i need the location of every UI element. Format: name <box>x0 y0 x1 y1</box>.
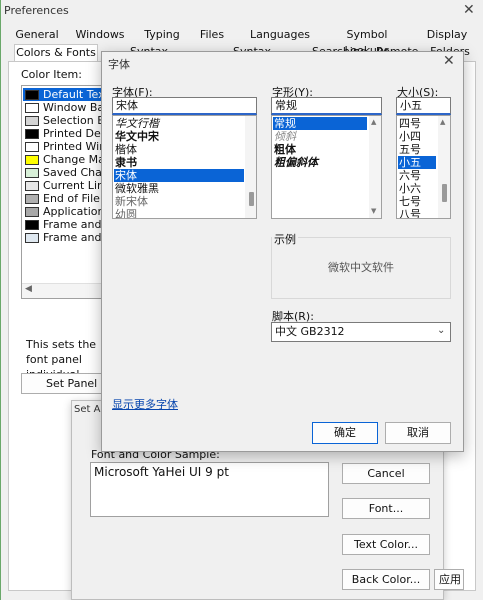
tab-files[interactable]: Files <box>198 27 226 44</box>
color-item-list[interactable]: Default Text Window Background Selection… <box>21 85 106 299</box>
list-item-selected[interactable]: 小五 <box>398 156 436 169</box>
script-select[interactable]: 中文 GB2312 <box>271 322 451 342</box>
text-color-button[interactable]: Text Color... <box>342 534 430 555</box>
list-item[interactable]: Default Text <box>23 88 106 101</box>
scroll-up-arrow-icon[interactable]: ▲ <box>371 119 376 126</box>
list-item-label: End of File <box>43 192 100 205</box>
color-swatch <box>25 220 39 230</box>
close-icon[interactable]: ✕ <box>463 3 475 17</box>
list-item[interactable]: Change Marker <box>23 153 105 166</box>
ok-button[interactable]: 确定 <box>312 422 378 444</box>
list-item[interactable]: 倾斜 <box>273 130 367 143</box>
font-color-sample-box: Microsoft YaHei UI 9 pt <box>90 462 329 517</box>
list-item[interactable]: 四号 <box>398 117 436 130</box>
color-swatch <box>25 155 39 165</box>
list-item[interactable]: Selection Bar <box>23 114 105 127</box>
list-item-label: Current Line <box>43 179 106 192</box>
color-swatch <box>25 233 39 243</box>
scroll-thumb[interactable] <box>442 184 447 202</box>
list-item-label: Window Background <box>43 101 105 114</box>
style-input[interactable]: 常规 <box>271 97 382 115</box>
scroll-thumb[interactable] <box>249 192 254 206</box>
scroll-left-arrow-icon[interactable]: ◀ <box>25 284 32 294</box>
font-list[interactable]: 华文行楷 华文中宋 楷体 隶书 宋体 微软雅黑 新宋体 幼圆 <box>112 115 257 219</box>
list-item[interactable]: 华文中宋 <box>114 130 244 143</box>
chevron-down-icon[interactable]: ⌄ <box>437 325 445 336</box>
apply-button[interactable]: 应用 <box>434 569 464 590</box>
list-item-label: Frame and Panel <box>43 231 105 244</box>
font-input[interactable]: 宋体 <box>112 97 257 115</box>
tab-languages[interactable]: Languages <box>249 27 311 44</box>
back-color-button[interactable]: Back Color... <box>342 569 430 590</box>
cancel-button[interactable]: Cancel <box>342 463 430 484</box>
list-item[interactable]: 八号 <box>398 208 436 218</box>
list-item[interactable]: End of File <box>23 192 105 205</box>
list-item[interactable]: 五号 <box>398 143 436 156</box>
set-panel-fonts-button[interactable]: Set Panel Fonts... <box>21 373 105 394</box>
list-item-label: Frame and Panel <box>43 218 105 231</box>
list-item[interactable]: Frame and Panel <box>23 218 105 231</box>
scroll-up-arrow-icon[interactable]: ▲ <box>440 119 445 126</box>
list-item[interactable]: 华文行楷 <box>114 117 244 130</box>
color-swatch <box>25 116 39 126</box>
color-swatch <box>25 181 39 191</box>
style-list[interactable]: 常规 倾斜 粗体 粗偏斜体 ▲ ▼ <box>271 115 382 219</box>
list-item[interactable]: 小四 <box>398 130 436 143</box>
color-swatch <box>25 103 39 113</box>
list-item[interactable]: 楷体 <box>114 143 244 156</box>
list-item[interactable]: 新宋体 <box>114 195 244 208</box>
color-swatch <box>25 168 39 178</box>
color-swatch <box>25 129 39 139</box>
sample-group-label: 示例 <box>274 233 296 246</box>
list-item-label: Application Background <box>43 205 105 218</box>
close-icon[interactable]: ✕ <box>443 54 455 68</box>
vertical-scrollbar[interactable] <box>369 116 381 218</box>
list-item[interactable]: 隶书 <box>114 156 244 169</box>
list-item-label: Default Text <box>43 88 106 101</box>
sample-preview: 微软中文软件 <box>271 237 451 299</box>
list-item-selected[interactable]: 常规 <box>273 117 367 130</box>
list-item[interactable]: Window Background <box>23 101 105 114</box>
list-item[interactable]: 粗偏斜体 <box>273 156 367 169</box>
size-list[interactable]: 四号 小四 五号 小五 六号 小六 七号 八号 ▲ <box>396 115 451 219</box>
size-input[interactable]: 小五 <box>396 97 451 115</box>
list-item[interactable]: Application Background <box>23 205 105 218</box>
list-item[interactable]: 小六 <box>398 182 436 195</box>
show-more-fonts-link[interactable]: 显示更多字体 <box>112 396 178 412</box>
list-item[interactable]: 粗体 <box>273 143 367 156</box>
tab-general[interactable]: General <box>14 27 60 44</box>
color-swatch <box>25 194 39 204</box>
tab-colors-fonts[interactable]: Colors & Fonts <box>14 44 98 61</box>
color-item-label: Color Item: <box>21 68 82 81</box>
list-item[interactable]: 幼圆 <box>114 208 244 218</box>
list-item[interactable]: Frame and Panel <box>23 231 105 244</box>
list-item-label: Selection Bar <box>43 114 105 127</box>
list-item[interactable]: Saved Change <box>23 166 105 179</box>
list-item[interactable]: 微软雅黑 <box>114 182 244 195</box>
horizontal-scrollbar[interactable] <box>22 283 105 298</box>
list-item[interactable]: Printed Window <box>23 140 106 153</box>
color-swatch <box>25 207 39 217</box>
list-item[interactable]: Printed Default <box>23 127 105 140</box>
list-item[interactable]: 七号 <box>398 195 436 208</box>
list-item-selected[interactable]: 宋体 <box>114 169 244 182</box>
font-button[interactable]: Font... <box>342 498 430 519</box>
cancel-button[interactable]: 取消 <box>385 422 451 444</box>
list-item-label: Printed Window <box>43 140 106 153</box>
list-item-label: Change Marker <box>43 153 105 166</box>
tab-windows[interactable]: Windows <box>74 27 126 44</box>
list-item[interactable]: Current Line <box>23 179 106 192</box>
color-swatch <box>25 142 39 152</box>
list-item[interactable]: 六号 <box>398 169 436 182</box>
list-item-label: Printed Default <box>43 127 105 140</box>
color-swatch <box>25 90 39 100</box>
window-title: Preferences <box>4 4 69 17</box>
tab-symbol-lookups[interactable]: Symbol Lookups <box>325 27 409 57</box>
scroll-down-arrow-icon[interactable]: ▼ <box>371 208 376 215</box>
vertical-scrollbar[interactable] <box>438 116 450 218</box>
dialog-title: 字体 <box>108 58 130 71</box>
tab-typing[interactable]: Typing <box>142 27 182 44</box>
tab-display[interactable]: Display <box>424 27 470 44</box>
list-item-label: Saved Change <box>43 166 105 179</box>
